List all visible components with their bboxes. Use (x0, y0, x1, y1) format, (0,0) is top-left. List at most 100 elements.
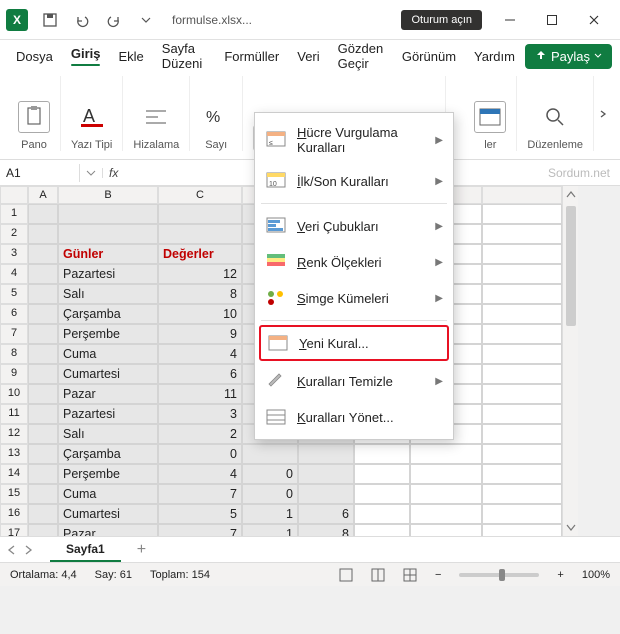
cell[interactable] (28, 504, 58, 524)
cell[interactable]: 6 (158, 364, 242, 384)
cell[interactable] (354, 524, 410, 536)
cell[interactable]: Pazartesi (58, 264, 158, 284)
cell[interactable] (482, 344, 562, 364)
cell[interactable] (28, 384, 58, 404)
cell[interactable] (482, 444, 562, 464)
cell[interactable] (482, 264, 562, 284)
cell[interactable] (410, 504, 482, 524)
cell[interactable]: 1 (242, 524, 298, 536)
cell[interactable] (482, 524, 562, 536)
view-normal-icon[interactable] (339, 568, 353, 582)
zoom-level[interactable]: 100% (582, 569, 610, 581)
cell[interactable]: 9 (158, 324, 242, 344)
tab-view[interactable]: Görünüm (394, 44, 464, 69)
tab-home[interactable]: Giriş (63, 41, 109, 71)
row-header[interactable]: 6 (0, 304, 28, 324)
cell[interactable] (28, 244, 58, 264)
cell[interactable] (158, 204, 242, 224)
cell[interactable]: 4 (158, 344, 242, 364)
cell[interactable] (354, 444, 410, 464)
cell[interactable] (28, 524, 58, 536)
ribbon-collapse-button[interactable] (594, 76, 612, 151)
cell[interactable] (410, 484, 482, 504)
cell[interactable] (482, 504, 562, 524)
cell[interactable] (482, 404, 562, 424)
zoom-out-button[interactable]: − (435, 569, 441, 581)
cell[interactable] (28, 484, 58, 504)
cell[interactable]: 0 (242, 484, 298, 504)
select-all-corner[interactable] (0, 186, 28, 204)
tab-file[interactable]: Dosya (8, 44, 61, 69)
cell[interactable] (354, 464, 410, 484)
row-header[interactable]: 5 (0, 284, 28, 304)
cell[interactable]: 4 (158, 464, 242, 484)
menu-clear-rules[interactable]: Kuralları Temizle ▶ (255, 363, 453, 399)
column-header[interactable]: A (28, 186, 58, 204)
cell[interactable]: Çarşamba (58, 444, 158, 464)
cell[interactable] (28, 264, 58, 284)
undo-button[interactable] (68, 6, 96, 34)
fx-icon[interactable]: fx (103, 166, 124, 180)
cell[interactable] (354, 484, 410, 504)
number-format-button[interactable]: % (200, 101, 232, 133)
row-header[interactable]: 15 (0, 484, 28, 504)
cell[interactable] (28, 204, 58, 224)
paste-button[interactable] (18, 101, 50, 133)
vertical-scrollbar[interactable] (562, 186, 578, 536)
cell[interactable] (410, 524, 482, 536)
maximize-button[interactable] (532, 6, 572, 34)
find-button[interactable] (539, 101, 571, 133)
scrollbar-thumb[interactable] (566, 206, 576, 326)
row-header[interactable]: 1 (0, 204, 28, 224)
tab-data[interactable]: Veri (289, 44, 327, 69)
cell[interactable] (58, 204, 158, 224)
tab-formulas[interactable]: Formüller (216, 44, 287, 69)
row-header[interactable]: 16 (0, 504, 28, 524)
cell[interactable]: 10 (158, 304, 242, 324)
row-header[interactable]: 7 (0, 324, 28, 344)
menu-manage-rules[interactable]: Kuralları Yönet... (255, 399, 453, 435)
signin-button[interactable]: Oturum açın (401, 10, 482, 30)
cell[interactable] (158, 224, 242, 244)
cell[interactable]: Günler (58, 244, 158, 264)
menu-new-rule[interactable]: Yeni Kural... (259, 325, 449, 361)
cell[interactable]: Cumartesi (58, 504, 158, 524)
cell[interactable]: Cumartesi (58, 364, 158, 384)
cell[interactable]: Cuma (58, 484, 158, 504)
add-sheet-button[interactable]: + (129, 541, 154, 559)
zoom-in-button[interactable]: + (557, 569, 563, 581)
tab-insert[interactable]: Ekle (110, 44, 151, 69)
cell[interactable] (58, 224, 158, 244)
row-header[interactable]: 2 (0, 224, 28, 244)
tab-review[interactable]: Gözden Geçir (330, 36, 392, 76)
cell[interactable] (482, 384, 562, 404)
row-header[interactable]: 13 (0, 444, 28, 464)
minimize-button[interactable] (490, 6, 530, 34)
cell[interactable]: 0 (158, 444, 242, 464)
cell[interactable] (482, 204, 562, 224)
cell[interactable]: Perşembe (58, 464, 158, 484)
row-header[interactable]: 10 (0, 384, 28, 404)
cell[interactable] (410, 444, 482, 464)
cell[interactable] (482, 304, 562, 324)
row-header[interactable]: 14 (0, 464, 28, 484)
cell[interactable]: Pazar (58, 384, 158, 404)
row-header[interactable]: 12 (0, 424, 28, 444)
cell[interactable] (482, 244, 562, 264)
cell[interactable] (28, 404, 58, 424)
menu-color-scales[interactable]: Renk Ölçekleri ▶ (255, 244, 453, 280)
sheet-tab-1[interactable]: Sayfa1 (50, 538, 121, 562)
column-header[interactable]: C (158, 186, 242, 204)
menu-data-bars[interactable]: Veri Çubukları ▶ (255, 208, 453, 244)
cell[interactable]: 2 (158, 424, 242, 444)
cell[interactable] (354, 504, 410, 524)
cells-button[interactable] (474, 101, 506, 133)
cell[interactable]: 11 (158, 384, 242, 404)
cell[interactable] (28, 424, 58, 444)
cell[interactable]: 12 (158, 264, 242, 284)
cell[interactable] (482, 464, 562, 484)
cell[interactable] (482, 284, 562, 304)
zoom-slider[interactable] (459, 573, 539, 577)
cell[interactable] (28, 224, 58, 244)
cell[interactable]: Çarşamba (58, 304, 158, 324)
